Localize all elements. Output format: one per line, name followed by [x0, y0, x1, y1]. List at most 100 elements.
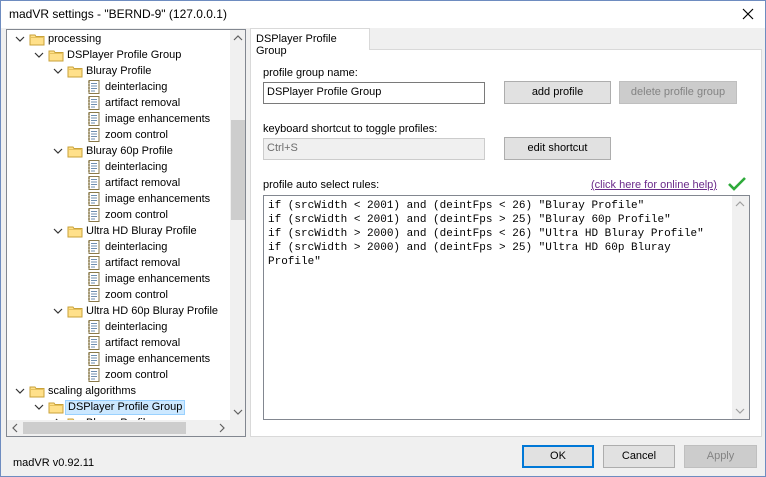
chevron-down-icon[interactable] [15, 386, 25, 396]
tree-item-ultra-hd-bluray-profile[interactable]: Ultra HD Bluray Profile [7, 223, 229, 239]
tree-item-zoom-control[interactable]: zoom control [7, 367, 229, 383]
chevron-down-icon[interactable] [53, 146, 63, 156]
folder-icon [29, 383, 45, 399]
close-button[interactable] [737, 3, 759, 25]
tree-item-zoom-control[interactable]: zoom control [7, 207, 229, 223]
page-icon [86, 111, 102, 127]
folder-icon [48, 47, 64, 63]
tree-item-label: zoom control [105, 289, 168, 301]
scrollbar-corner [230, 420, 245, 436]
page-icon [86, 127, 102, 143]
tree-item-image-enhancements[interactable]: image enhancements [7, 351, 229, 367]
scroll-down-icon[interactable] [732, 403, 748, 419]
folder-icon [67, 143, 83, 159]
scroll-right-icon[interactable] [214, 420, 230, 436]
version-label: madVR v0.92.11 [13, 457, 95, 469]
tree-item-label: image enhancements [105, 113, 211, 125]
tree-item-zoom-control[interactable]: zoom control [7, 127, 229, 143]
tree-item-scaling-algorithms[interactable]: scaling algorithms [7, 383, 229, 399]
folder-icon [48, 399, 64, 415]
tree-item-image-enhancements[interactable]: image enhancements [7, 191, 229, 207]
tree-item-ultra-hd-60p-bluray-profile[interactable]: Ultra HD 60p Bluray Profile [7, 303, 229, 319]
scroll-down-icon[interactable] [230, 404, 246, 420]
rules-text[interactable]: if (srcWidth < 2001) and (deintFps < 26)… [268, 199, 730, 269]
tab-dsplayer-profile-group[interactable]: DSPlayer Profile Group [250, 28, 370, 57]
apply-button[interactable]: Apply [684, 445, 757, 468]
tree-item-bluray-profile[interactable]: Bluray Profile [7, 63, 229, 79]
scroll-thumb[interactable] [23, 422, 186, 434]
tree-item-dsplayer-profile-group[interactable]: DSPlayer Profile Group [7, 47, 229, 63]
scroll-up-icon[interactable] [230, 30, 246, 46]
tree-item-image-enhancements[interactable]: image enhancements [7, 111, 229, 127]
tree-item-label: image enhancements [105, 273, 211, 285]
tree-item-artifact-removal[interactable]: artifact removal [7, 175, 229, 191]
chevron-down-icon[interactable] [53, 66, 63, 76]
tree-item-artifact-removal[interactable]: artifact removal [7, 255, 229, 271]
chevron-down-icon[interactable] [34, 50, 44, 60]
tree-item-label: processing [48, 33, 102, 45]
tree-item-dsplayer-profile-group[interactable]: DSPlayer Profile Group [7, 399, 229, 415]
rules-textarea[interactable]: if (srcWidth < 2001) and (deintFps < 26)… [263, 195, 750, 420]
page-icon [86, 239, 102, 255]
tree-vertical-scrollbar[interactable] [230, 30, 246, 420]
chevron-down-icon[interactable] [15, 34, 25, 44]
settings-panel: profile group name: DSPlayer Profile Gro… [250, 49, 762, 437]
page-icon [86, 79, 102, 95]
tree-item-label: artifact removal [105, 177, 181, 189]
ok-button[interactable]: OK [522, 445, 594, 468]
page-icon [86, 255, 102, 271]
tree-item-zoom-control[interactable]: zoom control [7, 287, 229, 303]
tree-item-label: artifact removal [105, 97, 181, 109]
page-icon [86, 207, 102, 223]
tree-item-deinterlacing[interactable]: deinterlacing [7, 319, 229, 335]
tree-item-artifact-removal[interactable]: artifact removal [7, 95, 229, 111]
tree-item-bluray-60p-profile[interactable]: Bluray 60p Profile [7, 143, 229, 159]
tree-item-label: zoom control [105, 209, 168, 221]
page-icon [86, 287, 102, 303]
page-icon [86, 191, 102, 207]
chevron-down-icon[interactable] [53, 306, 63, 316]
tree-item-label: artifact removal [105, 337, 181, 349]
tree-item-label: image enhancements [105, 353, 211, 365]
cancel-button[interactable]: Cancel [603, 445, 675, 468]
add-profile-button[interactable]: add profile [504, 81, 611, 104]
edit-shortcut-button[interactable]: edit shortcut [504, 137, 611, 160]
chevron-down-icon[interactable] [53, 226, 63, 236]
shortcut-label: keyboard shortcut to toggle profiles: [263, 123, 438, 135]
tree-item-label: deinterlacing [105, 81, 168, 93]
tree-item-image-enhancements[interactable]: image enhancements [7, 271, 229, 287]
tree-item-label: deinterlacing [105, 321, 168, 333]
tree-item-label: deinterlacing [105, 161, 168, 173]
tree-item-artifact-removal[interactable]: artifact removal [7, 335, 229, 351]
tree-item-label: Ultra HD 60p Bluray Profile [86, 305, 219, 317]
shortcut-input[interactable]: Ctrl+S [263, 138, 485, 160]
scroll-left-icon[interactable] [7, 420, 23, 436]
rules-scrollbar[interactable] [732, 196, 749, 419]
settings-tree[interactable]: processing DSPlayer Profile Group Bluray P… [6, 29, 246, 437]
folder-icon [67, 303, 83, 319]
page-icon [86, 319, 102, 335]
tree-item-label: DSPlayer Profile Group [67, 49, 182, 61]
delete-profile-group-button[interactable]: delete profile group [619, 81, 737, 104]
tree-item-label: Bluray 60p Profile [86, 145, 173, 157]
tree-item-deinterlacing[interactable]: deinterlacing [7, 159, 229, 175]
chevron-down-icon[interactable] [34, 402, 44, 412]
tree-item-label: Bluray Profile [86, 65, 152, 77]
online-help-link[interactable]: (click here for online help) [591, 179, 717, 191]
tree-item-label: scaling algorithms [48, 385, 137, 397]
window-title: madVR settings - "BERND-9" (127.0.0.1) [9, 7, 227, 21]
tree-item-label: DSPlayer Profile Group [65, 400, 186, 415]
scroll-up-icon[interactable] [732, 196, 748, 212]
page-icon [86, 95, 102, 111]
tree-horizontal-scrollbar[interactable] [7, 420, 230, 436]
scroll-thumb[interactable] [231, 120, 245, 220]
page-icon [86, 367, 102, 383]
group-name-input[interactable]: DSPlayer Profile Group [263, 82, 485, 104]
tree-item-label: zoom control [105, 369, 168, 381]
page-icon [86, 159, 102, 175]
page-icon [86, 351, 102, 367]
tree-item-deinterlacing[interactable]: deinterlacing [7, 239, 229, 255]
tree-item-deinterlacing[interactable]: deinterlacing [7, 79, 229, 95]
tree-item-processing[interactable]: processing [7, 31, 229, 47]
page-icon [86, 335, 102, 351]
